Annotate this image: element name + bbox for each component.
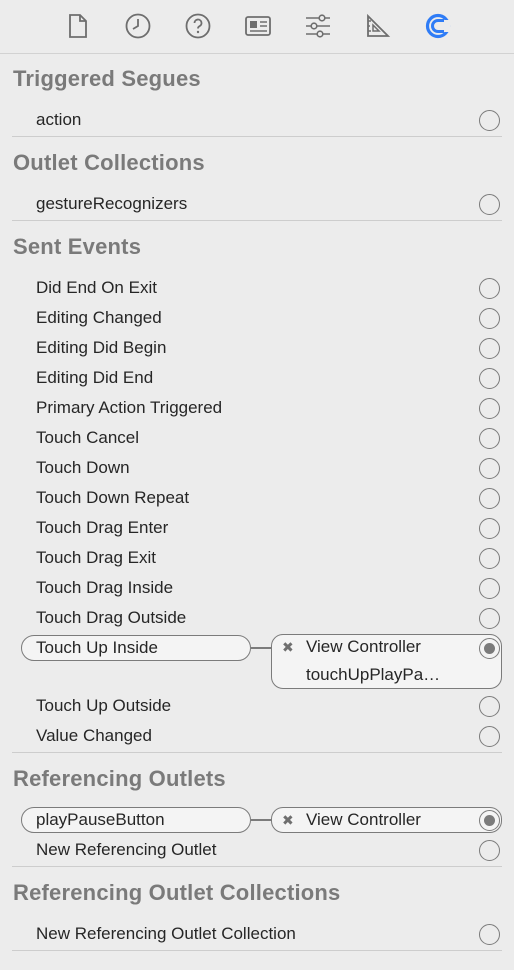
- connected-outlet-label: playPauseButton: [36, 810, 165, 829]
- connection-well[interactable]: [479, 840, 500, 861]
- connections-icon[interactable]: [422, 10, 454, 42]
- event-row: Did End On Exit: [0, 273, 514, 303]
- connection-well[interactable]: [479, 458, 500, 479]
- connected-outlet-pill[interactable]: playPauseButton: [21, 807, 251, 833]
- help-icon[interactable]: [182, 10, 214, 42]
- connection-well[interactable]: [479, 368, 500, 389]
- connection-well[interactable]: [479, 548, 500, 569]
- event-row-label: Touch Cancel: [36, 428, 140, 447]
- remove-connection-icon[interactable]: ✖: [282, 639, 294, 656]
- connection-well[interactable]: [479, 924, 500, 945]
- connection-well[interactable]: [479, 398, 500, 419]
- section-divider: [12, 136, 502, 137]
- connected-well[interactable]: [479, 810, 500, 831]
- outlet-row-label: action: [36, 110, 82, 129]
- event-row: Touch Drag Exit: [0, 543, 514, 573]
- section-divider: [12, 950, 502, 951]
- section-title-referencing-outlet-collections: Referencing Outlet Collections: [13, 880, 341, 905]
- event-row-label: Touch Drag Exit: [36, 548, 156, 567]
- connection-method-label: touchUpPlayPa…: [306, 665, 441, 684]
- event-row-label: Editing Did End: [36, 368, 154, 387]
- section-title-triggered-segues: Triggered Segues: [13, 66, 201, 91]
- connection-well[interactable]: [479, 338, 500, 359]
- event-row: Primary Action Triggered: [0, 393, 514, 423]
- connection-well[interactable]: [479, 194, 500, 215]
- file-icon[interactable]: [62, 10, 94, 42]
- event-row: Touch Down Repeat: [0, 483, 514, 513]
- event-row-label: Primary Action Triggered: [36, 398, 223, 417]
- event-row-label: Touch Drag Inside: [36, 578, 174, 597]
- event-row-label: Editing Changed: [36, 308, 162, 327]
- connection-well[interactable]: [479, 578, 500, 599]
- section-divider: [12, 866, 502, 867]
- connection-well[interactable]: [479, 278, 500, 299]
- connection-well[interactable]: [479, 696, 500, 717]
- connection-well[interactable]: [479, 518, 500, 539]
- connection-well[interactable]: [479, 428, 500, 449]
- event-row: Touch Down: [0, 453, 514, 483]
- inspector-toolbar: [0, 0, 514, 54]
- size-icon[interactable]: [362, 10, 394, 42]
- remove-connection-icon[interactable]: ✖: [282, 812, 294, 829]
- event-row-label: Value Changed: [36, 726, 152, 745]
- connection-well[interactable]: [479, 488, 500, 509]
- section-title-sent-events: Sent Events: [13, 234, 142, 259]
- connection-well[interactable]: [479, 110, 500, 131]
- event-row: Touch Cancel: [0, 423, 514, 453]
- event-row-label: Touch Down Repeat: [36, 488, 190, 507]
- connection-target-pill[interactable]: ✖ View Controller touchUpPlayPa…: [271, 634, 502, 689]
- connected-well[interactable]: [479, 638, 500, 659]
- event-row-label: Editing Did Begin: [36, 338, 167, 357]
- connected-event-label: Touch Up Inside: [36, 638, 158, 657]
- outlet-row-label: New Referencing Outlet Collection: [36, 924, 296, 943]
- event-row-label: Touch Drag Outside: [36, 608, 187, 627]
- outlet-row: gestureRecognizers: [0, 189, 514, 219]
- section-title-outlet-collections: Outlet Collections: [13, 150, 205, 175]
- section-divider: [12, 220, 502, 221]
- attributes-icon[interactable]: [302, 10, 334, 42]
- event-row: Editing Did Begin: [0, 333, 514, 363]
- connection-line: [251, 647, 271, 649]
- outlet-row: action: [0, 105, 514, 135]
- outlet-row-label: gestureRecognizers: [36, 194, 188, 213]
- event-row: Editing Did End: [0, 363, 514, 393]
- outlet-row: New Referencing Outlet Collection: [0, 919, 514, 949]
- identity-icon[interactable]: [242, 10, 274, 42]
- event-row: Touch Drag Outside: [0, 603, 514, 633]
- connection-target-label: View Controller: [306, 810, 421, 829]
- outlet-row-label: New Referencing Outlet: [36, 840, 217, 859]
- connection-well[interactable]: [479, 726, 500, 747]
- connected-event-pill[interactable]: Touch Up Inside: [21, 635, 251, 661]
- connection-well[interactable]: [479, 308, 500, 329]
- event-row: Editing Changed: [0, 303, 514, 333]
- section-divider: [12, 752, 502, 753]
- connection-target-label: View Controller: [306, 637, 421, 656]
- event-row-label: Touch Drag Enter: [36, 518, 169, 537]
- connection-target-pill[interactable]: ✖ View Controller: [271, 807, 502, 833]
- event-row: Touch Drag Enter: [0, 513, 514, 543]
- history-icon[interactable]: [122, 10, 154, 42]
- outlet-row: New Referencing Outlet: [0, 835, 514, 865]
- event-row-label: Touch Down: [36, 458, 130, 477]
- connection-well[interactable]: [479, 608, 500, 629]
- event-row: Value Changed: [0, 721, 514, 751]
- event-row: Touch Drag Inside: [0, 573, 514, 603]
- section-title-referencing-outlets: Referencing Outlets: [13, 766, 226, 791]
- event-row-label: Did End On Exit: [36, 278, 157, 297]
- connection-line: [251, 819, 271, 821]
- event-row: Touch Up Outside: [0, 691, 514, 721]
- event-row-label: Touch Up Outside: [36, 696, 172, 715]
